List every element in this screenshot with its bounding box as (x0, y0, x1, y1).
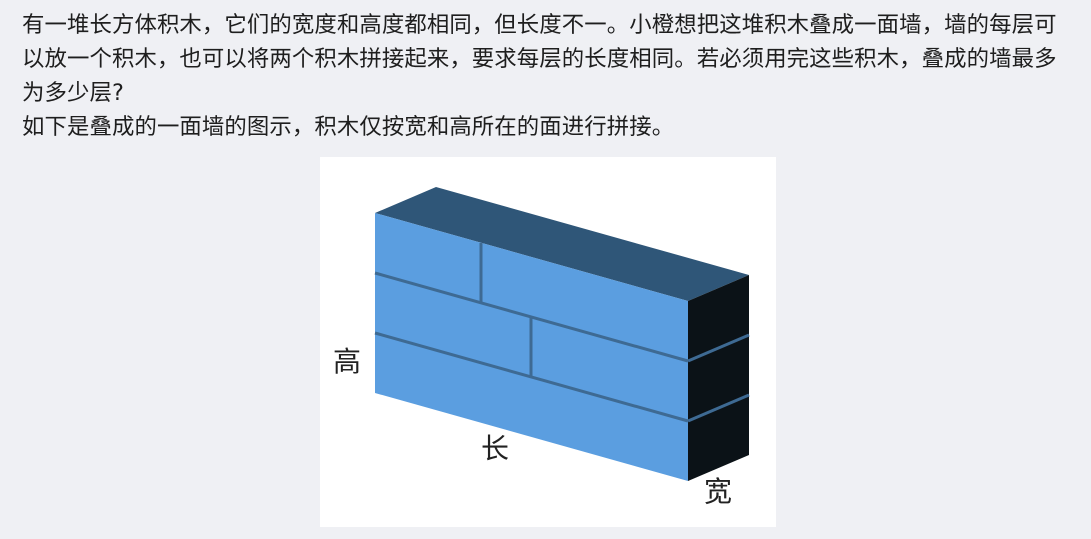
problem-paragraph-1: 有一堆长方体积木，它们的宽度和高度都相同，但长度不一。小橙想把这堆积木叠成一面墙… (22, 12, 1057, 106)
problem-paragraph-2: 如下是叠成的一面墙的图示，积木仅按宽和高所在的面进行拼接。 (22, 114, 675, 140)
wall-side-face (688, 275, 749, 481)
length-label: 长 (481, 432, 509, 465)
brick-wall-diagram: 高 长 宽 (333, 187, 750, 508)
width-label: 宽 (704, 475, 732, 508)
height-label: 高 (333, 345, 361, 378)
problem-text: 有一堆长方体积木，它们的宽度和高度都相同，但长度不一。小橙想把这堆积木叠成一面墙… (22, 8, 1078, 144)
brick-wall-figure: 高 长 宽 (320, 157, 776, 527)
